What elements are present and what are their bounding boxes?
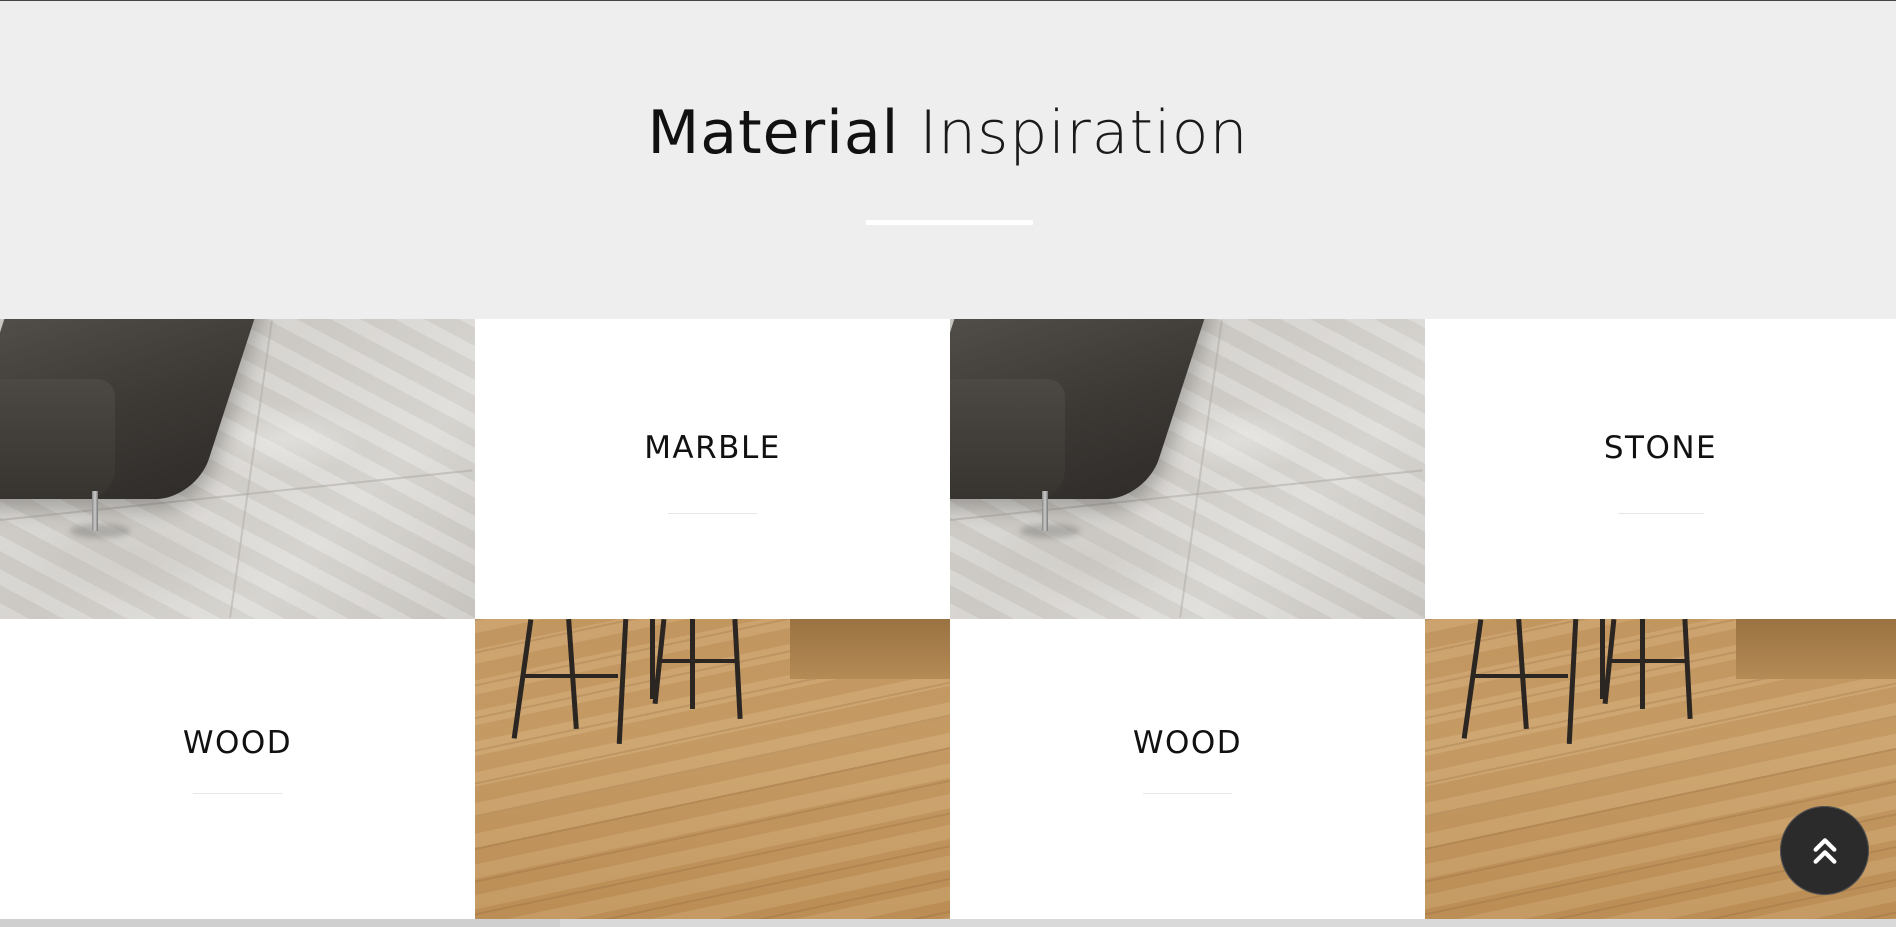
stone-label: STONE — [1603, 430, 1718, 466]
hero-section: Material Inspiration — [0, 1, 1896, 319]
wood-tile-1[interactable]: WOOD — [0, 619, 475, 919]
marble-label: MARBLE — [644, 430, 781, 466]
wood-tile-2[interactable]: WOOD — [950, 619, 1425, 919]
horizontal-scrollbar[interactable] — [0, 919, 1896, 927]
stone-tile[interactable]: STONE — [1425, 319, 1896, 619]
scroll-to-top-button[interactable] — [1780, 806, 1869, 895]
double-chevron-up-icon — [1813, 837, 1836, 864]
wood-label-1: WOOD — [182, 725, 293, 761]
page-title: Material Inspiration — [0, 95, 1896, 171]
wood-underline-2 — [1143, 793, 1232, 794]
material-grid: MARBLE STONE WOOD WOOD — [0, 319, 1896, 919]
wood-image-tile-1[interactable] — [475, 619, 950, 919]
page-title-light: Inspiration — [919, 98, 1249, 168]
marble-image-tile[interactable] — [0, 319, 475, 619]
page-title-bold: Material — [647, 98, 900, 168]
stone-underline — [1618, 513, 1704, 514]
wood-underline-1 — [193, 793, 282, 794]
scrollbar-thumb[interactable] — [0, 919, 560, 927]
marble-underline — [668, 513, 757, 514]
wood-label-2: WOOD — [1132, 725, 1243, 761]
title-underline — [866, 220, 1033, 225]
stone-image-tile[interactable] — [950, 319, 1425, 619]
marble-tile[interactable]: MARBLE — [475, 319, 950, 619]
